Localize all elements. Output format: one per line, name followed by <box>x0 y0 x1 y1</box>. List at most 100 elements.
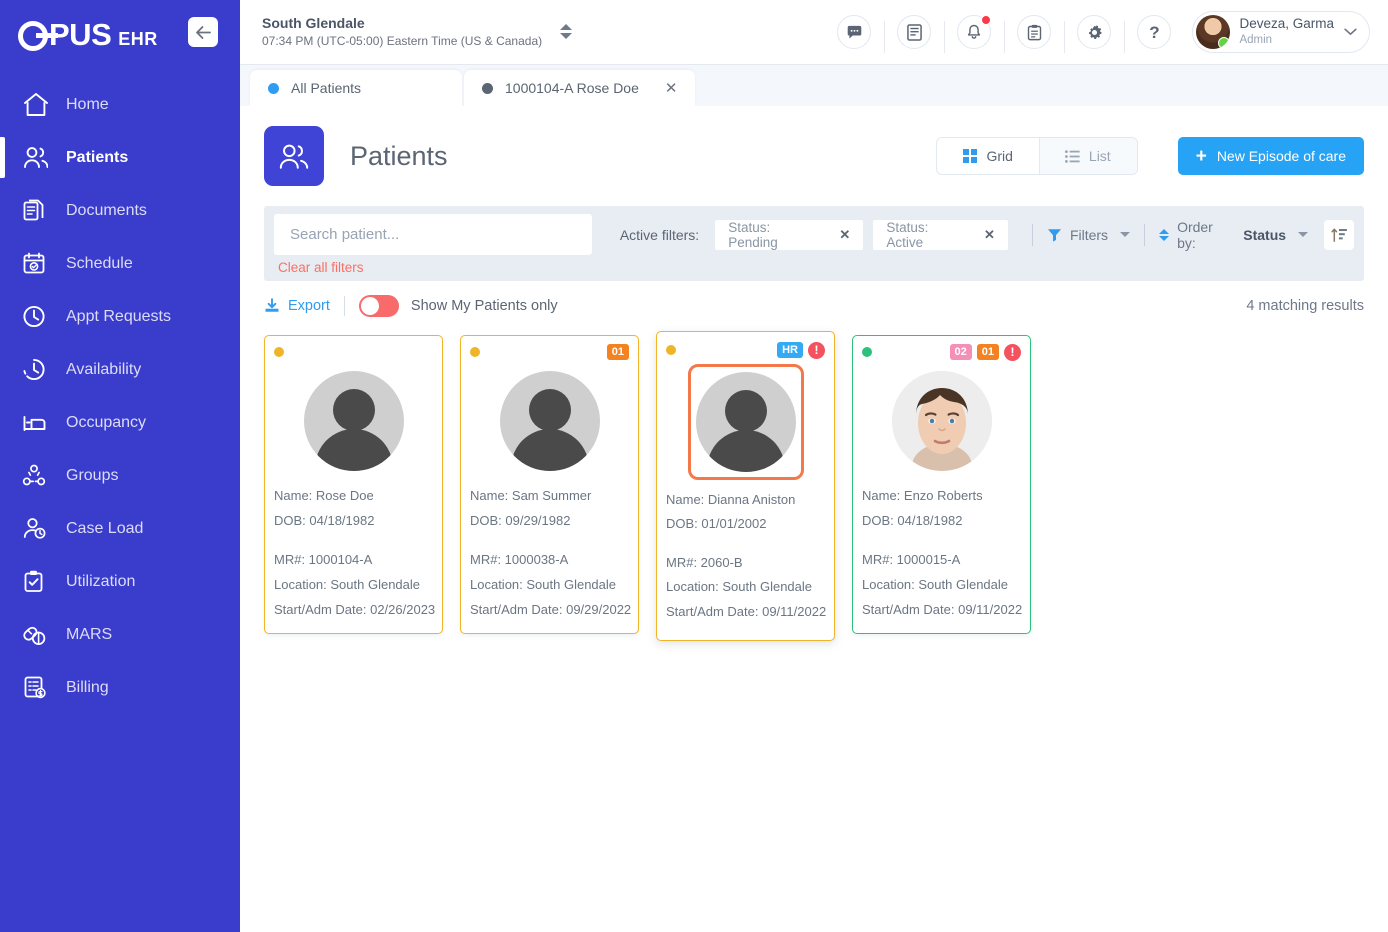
active-filter-chips: Status: Pending ✕ Status: Active ✕ <box>715 219 1018 250</box>
tab-status-dot <box>482 82 493 94</box>
tab-label: 1000104-A Rose Doe <box>505 80 639 96</box>
bed-icon <box>22 410 52 436</box>
new-episode-of-care-button[interactable]: + New Episode of care <box>1177 137 1364 175</box>
funnel-icon <box>1047 228 1061 242</box>
tab-patient-record[interactable]: 1000104-A Rose Doe ✕ <box>464 70 696 106</box>
card-badge[interactable]: 02 <box>949 343 972 361</box>
card-badge[interactable]: HR <box>777 341 803 359</box>
download-icon <box>265 298 279 312</box>
book-icon <box>907 23 922 41</box>
patient-location: Location: South Glendale <box>470 576 616 592</box>
sidebar-item-billing[interactable]: Billing <box>0 661 240 714</box>
sidebar-item-case-load[interactable]: Case Load <box>0 502 240 555</box>
main-area: South Glendale 07:34 PM (UTC-05:00) East… <box>240 0 1388 932</box>
tasks-button[interactable] <box>1004 15 1064 53</box>
user-role: Admin <box>1239 34 1273 47</box>
tab-close-icon[interactable]: ✕ <box>639 79 678 97</box>
patient-card[interactable]: Name: Rose Doe DOB: 04/18/1982 MR#: 100010… <box>264 335 443 634</box>
alert-icon[interactable]: ! <box>808 341 825 359</box>
patient-start-date: Start/Adm Date: 09/29/2022 <box>470 601 632 617</box>
sidebar-item-label: Billing <box>66 678 109 696</box>
avatar-frame[interactable] <box>687 364 804 480</box>
sidebar-item-schedule[interactable]: Schedule <box>0 237 240 290</box>
location-text: South Glendale 07:34 PM (UTC-05:00) East… <box>262 14 542 49</box>
patient-card[interactable]: 02 01! Name: Enzo Roberts DOB: 04/18/1982 MR… <box>852 335 1031 634</box>
location-selector[interactable]: South Glendale 07:34 PM (UTC-05:00) East… <box>240 14 573 49</box>
export-button[interactable]: Export <box>264 298 330 314</box>
user-name: Deveza, Garma <box>1239 16 1334 32</box>
view-toggle-grid[interactable]: Grid <box>937 138 1039 174</box>
alert-icon[interactable]: ! <box>1004 343 1021 361</box>
sort-direction-button[interactable] <box>1324 219 1355 250</box>
patient-mr-number: MR#: 1000104-A <box>274 551 373 567</box>
sidebar-item-home[interactable]: Home <box>0 78 240 131</box>
location-name: South Glendale <box>262 15 365 32</box>
book-button[interactable] <box>884 15 944 53</box>
active-filters-label: Active filters: <box>619 226 700 243</box>
show-my-patients-toggle[interactable] <box>358 295 399 317</box>
sidebar-item-utilization[interactable]: Utilization <box>0 555 240 608</box>
sidebar-item-label: Home <box>66 95 109 113</box>
search-input[interactable] <box>274 214 592 255</box>
filter-chip-label: Status: Active <box>886 219 929 250</box>
toolbar-row: Export Show My Patients only 4 matching … <box>264 295 1364 317</box>
sidebar-item-label: Groups <box>66 466 119 484</box>
sidebar-item-groups[interactable]: Groups <box>0 449 240 502</box>
patient-mr-number: MR#: 1000038-A <box>470 551 569 567</box>
card-badge[interactable]: 01 <box>606 343 629 361</box>
sidebar-collapse-button[interactable] <box>188 17 218 47</box>
user-menu[interactable]: Deveza, Garma Admin <box>1192 11 1370 53</box>
chat-button[interactable] <box>824 15 884 49</box>
filters-dropdown[interactable]: Filters <box>1047 227 1131 243</box>
location-timezone: 07:34 PM (UTC-05:00) Eastern Time (US & … <box>262 34 543 49</box>
view-toggle-list[interactable]: List <box>1039 138 1137 174</box>
filter-chip[interactable]: Status: Active ✕ <box>873 219 1008 250</box>
patient-card[interactable]: HR! Name: Dianna Aniston DOB: 01/01/2002 MR… <box>656 331 835 642</box>
remove-filter-icon[interactable]: ✕ <box>839 227 850 243</box>
sidebar-item-documents[interactable]: Documents <box>0 184 240 237</box>
patient-name: Name: Sam Summer <box>470 488 592 503</box>
patient-avatar-placeholder <box>695 372 796 472</box>
page-header: Patients Grid List + New Episode of care <box>240 106 1388 186</box>
filter-chip[interactable]: Status: Pending ✕ <box>715 219 864 250</box>
tab-all-patients[interactable]: All Patients <box>250 70 462 106</box>
calendar-check-icon <box>22 251 52 277</box>
patient-mr-number: MR#: 2060-B <box>666 554 743 570</box>
avatar-area <box>666 361 825 488</box>
clipboard-check-icon <box>22 569 52 595</box>
order-by-dropdown[interactable]: Order by: Status <box>1159 219 1309 251</box>
patient-location: Location: South Glendale <box>862 576 1008 592</box>
sidebar-item-label: Occupancy <box>66 413 147 431</box>
avatar-frame[interactable] <box>495 366 605 476</box>
chevron-down-icon <box>1120 232 1131 237</box>
chat-icon <box>847 25 862 38</box>
help-button[interactable]: ? <box>1124 15 1184 53</box>
sidebar-item-label: Appt Requests <box>66 307 171 325</box>
remove-filter-icon[interactable]: ✕ <box>984 227 995 243</box>
settings-button[interactable] <box>1064 15 1124 53</box>
sidebar-item-mars[interactable]: MARS <box>0 608 240 661</box>
location-updown-icon[interactable] <box>560 24 573 40</box>
patient-start-date: Start/Adm Date: 02/26/2023 <box>274 601 436 617</box>
patient-name: Name: Dianna Aniston <box>666 492 796 507</box>
notifications-button[interactable] <box>944 15 1004 53</box>
card-badge[interactable]: 01 <box>976 343 999 361</box>
avatar-frame[interactable] <box>887 366 997 476</box>
clock-dashed-icon <box>22 357 52 383</box>
clear-all-filters-link[interactable]: Clear all filters <box>278 260 1354 275</box>
sidebar-item-occupancy[interactable]: Occupancy <box>0 396 240 449</box>
sidebar-item-appt-requests[interactable]: Appt Requests <box>0 290 240 343</box>
card-badges: HR! <box>777 341 825 359</box>
card-badges: 01 <box>606 343 629 361</box>
patient-card[interactable]: 01 Name: Sam Summer DOB: 09/29/1982 MR#: 10… <box>460 335 639 634</box>
avatar-frame[interactable] <box>299 366 409 476</box>
sidebar-nav: Home Patients Documents Schedule Appt Reques… <box>0 78 240 714</box>
clock-icon <box>22 304 52 330</box>
sidebar-item-label: Availability <box>66 360 142 378</box>
sidebar-item-patients[interactable]: Patients <box>0 131 240 184</box>
sidebar-item-availability[interactable]: Availability <box>0 343 240 396</box>
new-episode-label: New Episode of care <box>1216 148 1346 164</box>
view-toggle-label: List <box>1088 148 1111 164</box>
